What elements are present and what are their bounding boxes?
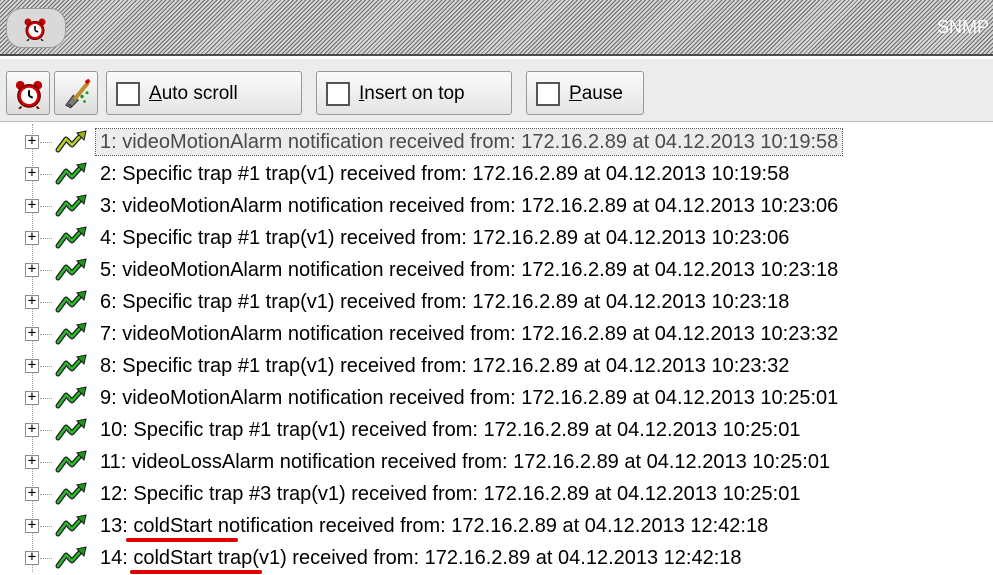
tree-item[interactable]: +12: Specific trap #3 trap(v1) received …: [0, 476, 993, 510]
trap-arrow-icon: [55, 482, 87, 505]
expand-icon[interactable]: +: [25, 198, 39, 213]
tree-item[interactable]: +14: coldStart trap(v1) received from: 1…: [0, 540, 993, 574]
trap-arrow-icon: [55, 322, 87, 345]
title-bar: SNMP: [0, 0, 993, 56]
trap-arrow-icon: [55, 226, 87, 249]
pause-checkbox-box[interactable]: [536, 82, 560, 106]
trap-arrow-icon: [55, 514, 87, 537]
expand-icon[interactable]: +: [25, 326, 39, 341]
window-menu-button[interactable]: [6, 8, 66, 48]
expand-icon[interactable]: +: [25, 262, 39, 277]
trap-arrow-icon: [55, 162, 87, 185]
expand-icon[interactable]: +: [25, 294, 39, 309]
tree-item[interactable]: +7: videoMotionAlarm notification receiv…: [0, 316, 993, 350]
tree-item-label: 13: coldStart notification received from…: [100, 515, 769, 537]
trap-tree[interactable]: +1: videoMotionAlarm notification receiv…: [0, 124, 993, 575]
auto-scroll-checkbox-box[interactable]: [116, 82, 140, 106]
tree-branch-line: [40, 366, 52, 367]
tree-item-label: 5: videoMotionAlarm notification receive…: [100, 259, 839, 281]
toolbar: Auto scroll Insert on top Pause: [0, 58, 993, 122]
tree-item[interactable]: +4: Specific trap #1 trap(v1) received f…: [0, 220, 993, 254]
tree-item-label: 6: Specific trap #1 trap(v1) received fr…: [100, 291, 790, 313]
expand-icon[interactable]: +: [25, 166, 39, 181]
auto-scroll-label: Auto scroll: [149, 83, 238, 104]
tree-branch-line: [40, 334, 52, 335]
tree-item[interactable]: +13: coldStart notification received fro…: [0, 508, 993, 542]
tree-branch-line: [40, 270, 52, 271]
tree-branch-line: [40, 526, 52, 527]
pause-checkbox[interactable]: Pause: [526, 71, 644, 115]
expand-icon[interactable]: +: [25, 518, 39, 533]
trap-arrow-icon: [55, 258, 87, 281]
expand-icon[interactable]: +: [25, 550, 39, 565]
pause-label: Pause: [569, 83, 623, 104]
insert-on-top-label: Insert on top: [359, 83, 465, 104]
tree-branch-line: [40, 558, 52, 559]
tree-branch-line: [40, 302, 52, 303]
coldstart-highlight-mark: [130, 570, 262, 574]
tree-branch-line: [40, 494, 52, 495]
tree-item-label: 1: videoMotionAlarm notification receive…: [94, 128, 844, 156]
trap-arrow-icon: [55, 418, 87, 441]
tree-item[interactable]: +11: videoLossAlarm notification receive…: [0, 444, 993, 478]
trap-arrow-icon: [55, 450, 87, 473]
tree-branch-line: [40, 430, 52, 431]
tree-branch-line: [40, 142, 52, 143]
tree-item[interactable]: +5: videoMotionAlarm notification receiv…: [0, 252, 993, 286]
tree-item[interactable]: +6: Specific trap #1 trap(v1) received f…: [0, 284, 993, 318]
alarm-clock-icon: [24, 18, 46, 41]
tree-item-label: 3: videoMotionAlarm notification receive…: [100, 195, 839, 217]
expand-icon[interactable]: +: [25, 486, 39, 501]
tree-branch-line: [40, 398, 52, 399]
insert-on-top-checkbox[interactable]: Insert on top: [316, 71, 512, 115]
alarm-button[interactable]: [6, 71, 50, 115]
expand-icon[interactable]: +: [25, 422, 39, 437]
tree-item[interactable]: +2: Specific trap #1 trap(v1) received f…: [0, 156, 993, 190]
tree-branch-line: [40, 238, 52, 239]
eraser-brush-icon: [64, 79, 91, 109]
trap-arrow-icon: [55, 386, 87, 409]
insert-on-top-checkbox-box[interactable]: [326, 82, 350, 106]
tree-item[interactable]: +10: Specific trap #1 trap(v1) received …: [0, 412, 993, 446]
trap-arrow-icon: [55, 290, 87, 313]
tree-item-label: 8: Specific trap #1 trap(v1) received fr…: [100, 355, 790, 377]
tree-item-label: 14: coldStart trap(v1) received from: 17…: [100, 547, 742, 569]
trap-arrow-icon: [55, 354, 87, 377]
expand-icon[interactable]: +: [25, 454, 39, 469]
trap-arrow-icon: [55, 194, 87, 217]
expand-icon[interactable]: +: [25, 390, 39, 405]
clear-log-button[interactable]: [54, 71, 98, 115]
auto-scroll-checkbox[interactable]: Auto scroll: [106, 71, 302, 115]
tree-item[interactable]: +8: Specific trap #1 trap(v1) received f…: [0, 348, 993, 382]
expand-icon[interactable]: +: [25, 134, 39, 149]
expand-icon[interactable]: +: [25, 358, 39, 373]
tree-branch-line: [40, 174, 52, 175]
tree-item[interactable]: +3: videoMotionAlarm notification receiv…: [0, 188, 993, 222]
tree-item-label: 10: Specific trap #1 trap(v1) received f…: [100, 419, 801, 441]
tree-item-label: 11: videoLossAlarm notification received…: [100, 451, 831, 473]
tree-item[interactable]: +1: videoMotionAlarm notification receiv…: [0, 124, 993, 158]
trap-arrow-icon: [55, 130, 87, 153]
tree-branch-line: [40, 206, 52, 207]
tree-item-label: 9: videoMotionAlarm notification receive…: [100, 387, 839, 409]
alarm-clock-icon: [15, 80, 43, 109]
trap-arrow-icon: [55, 546, 87, 569]
expand-icon[interactable]: +: [25, 230, 39, 245]
tree-branch-line: [40, 462, 52, 463]
tree-item-label: 7: videoMotionAlarm notification receive…: [100, 323, 839, 345]
tree-item[interactable]: +9: videoMotionAlarm notification receiv…: [0, 380, 993, 414]
tree-item-label: 12: Specific trap #3 trap(v1) received f…: [100, 483, 801, 505]
tree-item-label: 4: Specific trap #1 trap(v1) received fr…: [100, 227, 790, 249]
window-title: SNMP: [936, 17, 989, 37]
tree-item-label: 2: Specific trap #1 trap(v1) received fr…: [100, 163, 790, 185]
